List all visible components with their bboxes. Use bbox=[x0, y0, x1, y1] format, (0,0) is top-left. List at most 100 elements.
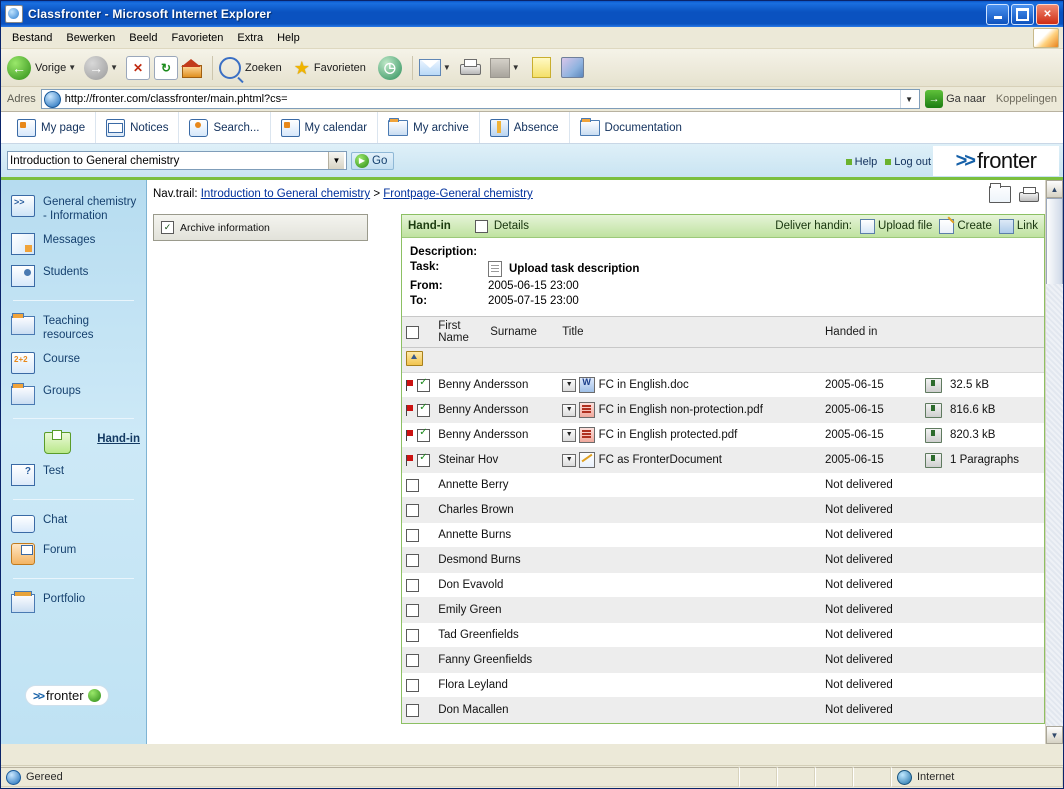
menu-item-extra[interactable]: Extra bbox=[230, 30, 270, 46]
row-checkbox[interactable] bbox=[417, 452, 431, 467]
chevron-down-icon[interactable]: ▼ bbox=[562, 378, 577, 392]
folder-icon[interactable] bbox=[989, 183, 1011, 203]
nav-item-absence[interactable]: Absence bbox=[480, 112, 570, 143]
sidebar-item-students[interactable]: Students bbox=[1, 260, 146, 292]
print-button[interactable] bbox=[459, 59, 481, 76]
parent-folder-row[interactable] bbox=[402, 347, 1044, 373]
create-button[interactable]: Create bbox=[939, 218, 992, 234]
sidebar-item-teaching-resources[interactable]: Teaching resources bbox=[1, 309, 146, 347]
folder-up-icon[interactable] bbox=[406, 351, 423, 366]
nav-item-notices[interactable]: Notices bbox=[96, 112, 180, 143]
row-title-cell[interactable]: ▼ FC as FronterDocument bbox=[558, 447, 821, 473]
select-all-checkbox[interactable] bbox=[406, 325, 419, 339]
table-row[interactable]: Annette Burns Not delivered bbox=[402, 522, 1044, 548]
download-icon[interactable] bbox=[925, 402, 942, 418]
download-icon[interactable] bbox=[925, 427, 942, 443]
content-scrollbar[interactable]: ▲ ▼ bbox=[1045, 180, 1063, 744]
edit-button[interactable]: ▼ bbox=[489, 57, 524, 78]
row-checkbox[interactable] bbox=[417, 377, 431, 392]
minimize-button[interactable] bbox=[986, 3, 1009, 25]
table-row[interactable]: Benny Andersson ▼ FC in English non-prot… bbox=[402, 397, 1044, 423]
links-button[interactable]: Koppelingen bbox=[996, 93, 1057, 105]
table-row[interactable]: Tad Greenfields Not delivered bbox=[402, 622, 1044, 648]
table-row[interactable]: Charles Brown Not delivered bbox=[402, 497, 1044, 523]
sidebar-item-chat[interactable]: Chat bbox=[1, 508, 146, 538]
discuss-button[interactable] bbox=[560, 57, 584, 78]
sidebar-item-forum[interactable]: Forum bbox=[1, 538, 146, 570]
mail-button[interactable]: ▼ bbox=[418, 59, 455, 76]
notes-button[interactable] bbox=[531, 57, 551, 78]
table-row[interactable]: Emily Green Not delivered bbox=[402, 597, 1044, 623]
stop-button[interactable]: ✕ bbox=[126, 55, 151, 80]
refresh-button[interactable]: ↻ bbox=[154, 55, 179, 80]
row-download-cell[interactable] bbox=[921, 447, 946, 473]
menu-item-beeld[interactable]: Beeld bbox=[122, 30, 164, 46]
chevron-down-icon[interactable]: ▼ bbox=[443, 63, 451, 72]
chevron-down-icon[interactable]: ▼ bbox=[68, 63, 76, 72]
favorites-button[interactable]: ★ Favorieten bbox=[294, 59, 366, 77]
row-checkbox[interactable] bbox=[406, 703, 419, 717]
row-checkbox[interactable] bbox=[406, 553, 419, 567]
row-checkbox[interactable] bbox=[406, 503, 419, 517]
course-go-button[interactable]: ▶ Go bbox=[351, 151, 395, 170]
row-title-cell[interactable]: ▼ FC in English protected.pdf bbox=[558, 422, 821, 448]
address-dropdown-icon[interactable]: ▼ bbox=[900, 90, 917, 108]
table-row[interactable]: Flora Leyland Not delivered bbox=[402, 672, 1044, 698]
nav-item-my-calendar[interactable]: My calendar bbox=[271, 112, 379, 143]
parent-folder-cell[interactable] bbox=[402, 347, 1044, 373]
logout-link[interactable]: Log out bbox=[885, 156, 931, 168]
col-first-name[interactable]: First Name bbox=[434, 316, 487, 348]
chevron-down-icon[interactable]: ▼ bbox=[110, 63, 118, 72]
forward-button[interactable]: → ▼ bbox=[84, 55, 122, 80]
download-icon[interactable] bbox=[925, 452, 942, 468]
upload-file-button[interactable]: Upload file bbox=[860, 218, 932, 234]
row-checkbox[interactable] bbox=[417, 427, 431, 442]
details-checkbox[interactable] bbox=[474, 219, 488, 233]
row-download-cell[interactable] bbox=[921, 422, 946, 448]
address-input[interactable]: http://fronter.com/classfronter/main.pht… bbox=[40, 89, 921, 109]
table-row[interactable]: Annette Berry Not delivered bbox=[402, 472, 1044, 498]
chevron-down-icon[interactable]: ▼ bbox=[512, 63, 520, 72]
close-button[interactable]: ✕ bbox=[1036, 3, 1059, 25]
sidebar-item-hand-in[interactable]: Hand-in bbox=[1, 427, 146, 459]
chevron-down-icon[interactable]: ▼ bbox=[562, 403, 577, 417]
archive-information-box[interactable]: ✓ Archive information bbox=[153, 214, 368, 241]
maximize-button[interactable] bbox=[1011, 3, 1034, 25]
table-row[interactable]: Don Macallen Not delivered bbox=[402, 697, 1044, 723]
row-checkbox[interactable] bbox=[406, 603, 419, 617]
breadcrumb-link-course[interactable]: Introduction to General chemistry bbox=[201, 188, 370, 200]
chevron-down-icon[interactable]: ▼ bbox=[562, 428, 577, 442]
row-checkbox[interactable] bbox=[406, 528, 419, 542]
scroll-down-button[interactable]: ▼ bbox=[1046, 726, 1063, 744]
menu-item-bewerken[interactable]: Bewerken bbox=[59, 30, 122, 46]
col-surname[interactable]: Surname bbox=[486, 316, 559, 348]
row-download-cell[interactable] bbox=[921, 372, 946, 398]
task-value-wrap[interactable]: Upload task description bbox=[488, 261, 639, 277]
scrollbar-track[interactable] bbox=[1046, 284, 1063, 727]
nav-item-my-archive[interactable]: My archive bbox=[378, 112, 480, 143]
nav-item-my-page[interactable]: My page bbox=[7, 112, 97, 143]
link-button[interactable]: Link bbox=[998, 218, 1038, 234]
nav-item-search[interactable]: Search... bbox=[179, 112, 271, 143]
printer-icon[interactable] bbox=[1019, 186, 1039, 203]
row-checkbox[interactable] bbox=[406, 628, 419, 642]
go-button[interactable]: → Ga naar bbox=[925, 90, 986, 108]
sidebar-item-groups[interactable]: Groups bbox=[1, 379, 146, 410]
details-toggle[interactable]: Details bbox=[474, 219, 529, 233]
table-row[interactable]: Don Evavold Not delivered bbox=[402, 572, 1044, 598]
back-button[interactable]: ← Vorige ▼ bbox=[7, 55, 80, 80]
row-checkbox[interactable] bbox=[406, 578, 419, 592]
row-title-cell[interactable]: ▼ FC in English non-protection.pdf bbox=[558, 397, 821, 423]
scroll-up-button[interactable]: ▲ bbox=[1046, 180, 1063, 198]
row-checkbox[interactable] bbox=[417, 402, 431, 417]
row-checkbox[interactable] bbox=[406, 678, 419, 692]
table-row[interactable]: Steinar Hov ▼ FC as FronterDocument 2005… bbox=[402, 447, 1044, 473]
table-row[interactable]: Benny Andersson ▼ FC in English.doc 2005… bbox=[402, 372, 1044, 398]
nav-item-documentation[interactable]: Documentation bbox=[570, 112, 692, 143]
sidebar-item-course[interactable]: Course bbox=[1, 347, 146, 379]
sidebar-item-information[interactable]: General chemistry - Information bbox=[1, 190, 146, 228]
row-title-cell[interactable]: ▼ FC in English.doc bbox=[558, 372, 821, 398]
chevron-down-icon[interactable]: ▼ bbox=[562, 453, 577, 467]
menu-item-help[interactable]: Help bbox=[270, 30, 307, 46]
col-handed-in[interactable]: Handed in bbox=[821, 316, 921, 348]
